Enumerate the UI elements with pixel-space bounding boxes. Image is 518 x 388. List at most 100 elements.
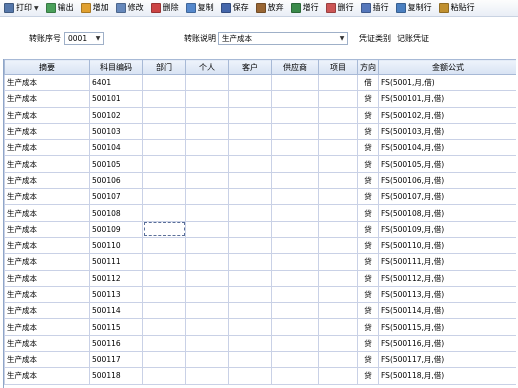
direction-cell[interactable]: 贷: [357, 285, 379, 304]
project-cell[interactable]: [318, 204, 358, 222]
department-cell[interactable]: [142, 318, 186, 336]
summary-cell[interactable]: 生产成本: [4, 302, 90, 320]
customer-cell[interactable]: [228, 351, 272, 369]
table-row[interactable]: 生产成本 500110 贷 FS(500110,月,借): [4, 236, 516, 255]
project-cell[interactable]: [318, 236, 358, 255]
table-row[interactable]: 生产成本 500103 贷 FS(500103,月,借): [4, 122, 516, 141]
table-row[interactable]: 生产成本 500115 贷 FS(500115,月,借): [4, 318, 516, 336]
amount-formula-cell[interactable]: FS(500105,月,借): [378, 155, 516, 173]
person-cell[interactable]: [185, 188, 229, 206]
supplier-cell[interactable]: [271, 285, 319, 304]
account-code-cell[interactable]: 500114: [89, 302, 143, 320]
person-cell[interactable]: [185, 351, 229, 369]
department-cell[interactable]: [142, 139, 186, 157]
toolbar-button-4[interactable]: 删除: [149, 1, 181, 16]
project-cell[interactable]: [318, 302, 358, 320]
amount-formula-cell[interactable]: FS(500111,月,借): [378, 253, 516, 271]
project-cell[interactable]: [318, 188, 358, 206]
customer-cell[interactable]: [228, 188, 272, 206]
person-cell[interactable]: [185, 122, 229, 141]
person-cell[interactable]: [185, 220, 229, 238]
supplier-cell[interactable]: [271, 90, 319, 108]
summary-cell[interactable]: 生产成本: [4, 367, 90, 385]
department-cell[interactable]: [142, 367, 186, 385]
direction-cell[interactable]: 贷: [357, 204, 379, 222]
project-cell[interactable]: [318, 334, 358, 353]
department-cell[interactable]: [142, 155, 186, 173]
project-cell[interactable]: [318, 90, 358, 108]
supplier-cell[interactable]: [271, 367, 319, 385]
column-header[interactable]: 个人: [185, 59, 229, 75]
supplier-cell[interactable]: [271, 188, 319, 206]
summary-cell[interactable]: 生产成本: [4, 269, 90, 287]
customer-cell[interactable]: [228, 367, 272, 385]
direction-cell[interactable]: 贷: [357, 302, 379, 320]
supplier-cell[interactable]: [271, 122, 319, 141]
customer-cell[interactable]: [228, 220, 272, 238]
department-cell[interactable]: [142, 220, 186, 238]
customer-cell[interactable]: [228, 302, 272, 320]
person-cell[interactable]: [185, 171, 229, 190]
table-row[interactable]: 生产成本 500114 贷 FS(500114,月,借): [4, 302, 516, 320]
direction-cell[interactable]: 借: [357, 73, 379, 92]
account-code-cell[interactable]: 500118: [89, 367, 143, 385]
summary-cell[interactable]: 生产成本: [4, 253, 90, 271]
direction-cell[interactable]: 贷: [357, 334, 379, 353]
column-header[interactable]: 部门: [142, 59, 186, 75]
toolbar-button-7[interactable]: 放弃: [254, 1, 286, 16]
toolbar-button-2[interactable]: 增加: [79, 1, 111, 16]
supplier-cell[interactable]: [271, 318, 319, 336]
supplier-cell[interactable]: [271, 139, 319, 157]
customer-cell[interactable]: [228, 318, 272, 336]
amount-formula-cell[interactable]: FS(500109,月,借): [378, 220, 516, 238]
project-cell[interactable]: [318, 351, 358, 369]
summary-cell[interactable]: 生产成本: [4, 318, 90, 336]
direction-cell[interactable]: 贷: [357, 367, 379, 385]
person-cell[interactable]: [185, 367, 229, 385]
supplier-cell[interactable]: [271, 220, 319, 238]
amount-formula-cell[interactable]: FS(500101,月,借): [378, 90, 516, 108]
chevron-down-icon[interactable]: ▼: [93, 35, 103, 42]
account-code-cell[interactable]: 500103: [89, 122, 143, 141]
summary-cell[interactable]: 生产成本: [4, 139, 90, 157]
direction-cell[interactable]: 贷: [357, 139, 379, 157]
summary-cell[interactable]: 生产成本: [4, 155, 90, 173]
customer-cell[interactable]: [228, 334, 272, 353]
direction-cell[interactable]: 贷: [357, 318, 379, 336]
summary-cell[interactable]: 生产成本: [4, 73, 90, 92]
project-cell[interactable]: [318, 155, 358, 173]
direction-cell[interactable]: 贷: [357, 236, 379, 255]
person-cell[interactable]: [185, 106, 229, 124]
supplier-cell[interactable]: [271, 171, 319, 190]
table-row[interactable]: 生产成本 500101 贷 FS(500101,月,借): [4, 90, 516, 108]
table-row[interactable]: 生产成本 500116 贷 FS(500116,月,借): [4, 334, 516, 353]
person-cell[interactable]: [185, 236, 229, 255]
person-cell[interactable]: [185, 204, 229, 222]
toolbar-button-10[interactable]: 插行: [359, 1, 391, 16]
table-row[interactable]: 生产成本 6401 借 FS(5001,月,借): [4, 73, 516, 92]
direction-cell[interactable]: 贷: [357, 155, 379, 173]
summary-cell[interactable]: 生产成本: [4, 188, 90, 206]
direction-cell[interactable]: 贷: [357, 351, 379, 369]
toolbar-button-11[interactable]: 复制行: [394, 1, 434, 16]
department-cell[interactable]: [142, 285, 186, 304]
summary-cell[interactable]: 生产成本: [4, 220, 90, 238]
amount-formula-cell[interactable]: FS(500115,月,借): [378, 318, 516, 336]
supplier-cell[interactable]: [271, 253, 319, 271]
account-code-cell[interactable]: 500106: [89, 171, 143, 190]
department-cell[interactable]: [142, 351, 186, 369]
summary-cell[interactable]: 生产成本: [4, 351, 90, 369]
toolbar-button-6[interactable]: 保存: [219, 1, 251, 16]
project-cell[interactable]: [318, 106, 358, 124]
toolbar-button-8[interactable]: 增行: [289, 1, 321, 16]
chevron-down-icon[interactable]: ▼: [337, 35, 347, 42]
amount-formula-cell[interactable]: FS(500116,月,借): [378, 334, 516, 353]
column-header[interactable]: 摘要: [4, 59, 90, 75]
chevron-down-icon[interactable]: ▼: [34, 5, 39, 12]
project-cell[interactable]: [318, 73, 358, 92]
customer-cell[interactable]: [228, 236, 272, 255]
person-cell[interactable]: [185, 90, 229, 108]
customer-cell[interactable]: [228, 73, 272, 92]
account-code-cell[interactable]: 500109: [89, 220, 143, 238]
summary-cell[interactable]: 生产成本: [4, 171, 90, 190]
